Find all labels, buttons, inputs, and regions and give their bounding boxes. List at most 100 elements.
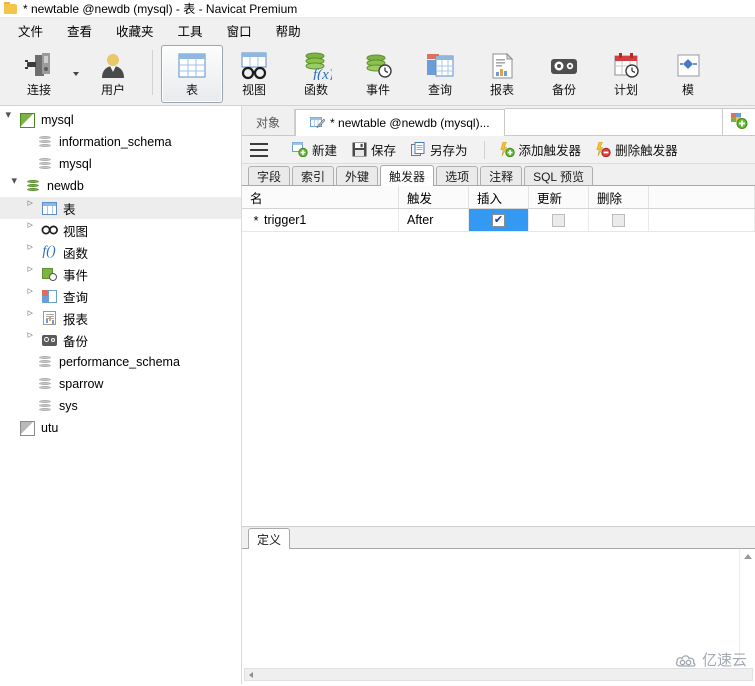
- toolbar-model-button[interactable]: 模: [657, 45, 719, 103]
- insert-checkbox[interactable]: ✔: [492, 213, 505, 227]
- scroll-up-icon[interactable]: [743, 554, 752, 559]
- tree-node-queries[interactable]: 查询: [0, 285, 241, 307]
- cell-update[interactable]: [529, 209, 589, 231]
- toolbar-function-button[interactable]: f(x) 函数: [285, 45, 347, 103]
- definition-vertical-scrollbar[interactable]: [739, 549, 755, 667]
- cell-insert[interactable]: ✔: [469, 209, 529, 231]
- connection-dropdown-arrow[interactable]: [70, 45, 82, 103]
- cell-fire[interactable]: After: [399, 209, 469, 231]
- save-icon: [351, 142, 367, 158]
- table-row[interactable]: * trigger1 After ✔: [242, 209, 755, 232]
- column-header-insert[interactable]: 插入: [469, 186, 529, 208]
- tree-node-label: 视图: [63, 224, 89, 239]
- scroll-left-icon[interactable]: [249, 671, 253, 678]
- delete-checkbox[interactable]: [612, 213, 625, 227]
- toolbar-connection-button[interactable]: 连接: [8, 45, 70, 103]
- toolbar-user-button[interactable]: 用户: [82, 45, 144, 103]
- tree-node-reports[interactable]: 报表: [0, 307, 241, 329]
- tree-node-events[interactable]: 事件: [0, 263, 241, 285]
- tree-node-backups[interactable]: 备份: [0, 329, 241, 351]
- tree-node-mysql-connection[interactable]: mysql: [0, 109, 241, 131]
- definition-tab-strip: 定义: [242, 527, 755, 549]
- event-icon: [40, 265, 58, 283]
- tab-options[interactable]: 选项: [436, 166, 479, 185]
- tab-label: 选项: [445, 169, 470, 184]
- toolbar-event-button[interactable]: 事件: [347, 45, 409, 103]
- expander-closed-icon[interactable]: [26, 307, 40, 329]
- toolbar-view-button[interactable]: 视图: [223, 45, 285, 103]
- expander-closed-icon[interactable]: [26, 219, 40, 241]
- save-as-button[interactable]: 另存为: [404, 138, 474, 161]
- tab-sql-preview[interactable]: SQL 预览: [524, 166, 593, 185]
- toolbar-schedule-button[interactable]: 计划: [595, 45, 657, 103]
- tree-node-performance-schema[interactable]: performance_schema: [0, 351, 241, 373]
- tree-node-label: mysql: [59, 157, 92, 171]
- update-checkbox[interactable]: [552, 213, 565, 227]
- column-header-update[interactable]: 更新: [529, 186, 589, 208]
- menu-window[interactable]: 窗口: [215, 18, 264, 43]
- menu-help[interactable]: 帮助: [264, 18, 313, 43]
- delete-trigger-button[interactable]: 删除触发器: [589, 138, 684, 161]
- grid-empty-space: [242, 232, 755, 526]
- cell-delete[interactable]: [589, 209, 649, 231]
- toolbar-function-label: 函数: [303, 83, 328, 97]
- tree-node-utu-connection[interactable]: utu: [0, 417, 241, 439]
- menu-tools[interactable]: 工具: [166, 18, 215, 43]
- new-trigger-row-button[interactable]: 新建: [286, 138, 343, 161]
- tree-node-label: 表: [63, 202, 76, 217]
- tab-definition[interactable]: 定义: [248, 528, 291, 549]
- table-icon: [173, 50, 211, 82]
- tab-indexes[interactable]: 索引: [292, 166, 335, 185]
- model-icon: [669, 50, 707, 82]
- tree-node-newdb[interactable]: newdb: [0, 175, 241, 197]
- expander-closed-icon[interactable]: [26, 285, 40, 307]
- tab-foreign-keys[interactable]: 外键: [336, 166, 379, 185]
- expander-open-icon[interactable]: [4, 109, 18, 131]
- tab-triggers[interactable]: 触发器: [380, 165, 435, 186]
- tree-node-functions[interactable]: f() 函数: [0, 241, 241, 263]
- toolbar-query-button[interactable]: 查询: [409, 45, 471, 103]
- tree-node-sys[interactable]: sys: [0, 395, 241, 417]
- menu-favorites[interactable]: 收藏夹: [104, 18, 166, 43]
- tree-node-sparrow[interactable]: sparrow: [0, 373, 241, 395]
- expander-closed-icon[interactable]: [26, 197, 40, 219]
- menu-view[interactable]: 查看: [55, 18, 104, 43]
- expander-closed-icon[interactable]: [26, 241, 40, 263]
- object-tree-sidebar[interactable]: mysql information_schema mysql newdb: [0, 106, 242, 684]
- toolbar-backup-button[interactable]: 备份: [533, 45, 595, 103]
- database-gray-icon: [36, 133, 54, 151]
- column-header-name[interactable]: 名: [242, 186, 399, 208]
- expander-closed-icon[interactable]: [26, 329, 40, 351]
- tab-newtable-editor[interactable]: * newtable @newdb (mysql)...: [295, 109, 505, 136]
- definition-pane: 定义: [242, 526, 755, 684]
- tree-node-label: 事件: [63, 268, 89, 283]
- svg-text:f(x): f(x): [313, 67, 332, 80]
- column-header-fire[interactable]: 触发: [399, 186, 469, 208]
- expander-closed-icon[interactable]: [26, 263, 40, 285]
- expander-open-icon[interactable]: [10, 175, 24, 197]
- save-button[interactable]: 保存: [345, 138, 402, 161]
- definition-editor[interactable]: [242, 549, 739, 667]
- new-tab-button[interactable]: [722, 108, 755, 135]
- menu-file[interactable]: 文件: [6, 18, 55, 43]
- toolbar-table-button[interactable]: 表: [161, 44, 223, 103]
- tab-label: 对象: [256, 115, 281, 130]
- toolbar-report-button[interactable]: 报表: [471, 45, 533, 103]
- definition-horizontal-scrollbar[interactable]: [244, 668, 753, 681]
- tab-comment[interactable]: 注释: [480, 166, 523, 185]
- tree-node-mysql-db[interactable]: mysql: [0, 153, 241, 175]
- hamburger-icon[interactable]: [250, 142, 268, 157]
- column-header-delete[interactable]: 删除: [589, 186, 649, 208]
- tree-node-label: 函数: [63, 246, 89, 261]
- tab-objects[interactable]: 对象: [242, 109, 296, 135]
- connection-open-icon: [18, 111, 36, 129]
- add-trigger-button[interactable]: 添加触发器: [493, 138, 588, 161]
- tree-node-information-schema[interactable]: information_schema: [0, 131, 241, 153]
- cell-name[interactable]: * trigger1: [242, 209, 399, 231]
- connection-icon: [20, 50, 58, 82]
- tab-fields[interactable]: 字段: [248, 166, 291, 185]
- tree-node-tables[interactable]: 表: [0, 197, 241, 219]
- tree-node-views[interactable]: 视图: [0, 219, 241, 241]
